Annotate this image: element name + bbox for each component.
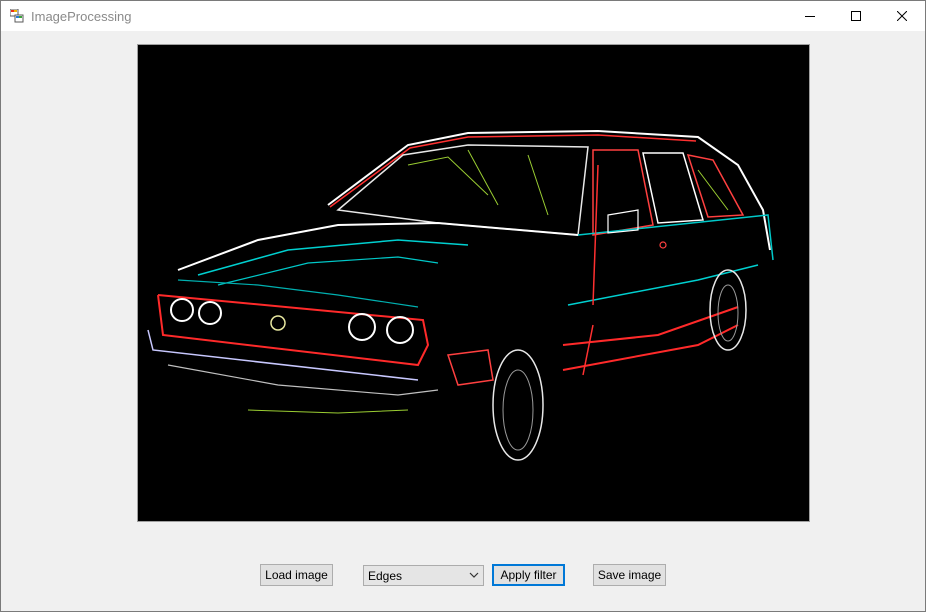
minimize-button[interactable] [787,1,833,31]
load-image-button[interactable]: Load image [260,564,333,586]
filter-combobox[interactable]: Edges [363,565,484,586]
edge-detected-car-image [138,45,809,521]
client-area: Load image Edges Apply filter Save image [1,31,925,611]
window-title: ImageProcessing [31,9,132,24]
chevron-down-icon [469,572,479,578]
image-picture-box [137,44,810,522]
close-button[interactable] [879,1,925,31]
apply-filter-button[interactable]: Apply filter [492,564,565,586]
save-image-button[interactable]: Save image [593,564,666,586]
maximize-icon [851,11,861,21]
minimize-icon [805,16,815,17]
filter-selected-value: Edges [368,569,403,583]
maximize-button[interactable] [833,1,879,31]
title-bar[interactable]: ImageProcessing [1,1,925,31]
main-window: ImageProcessing Load image Edges Apply f… [0,0,926,612]
windows-forms-icon [10,9,24,23]
close-icon [897,11,907,21]
